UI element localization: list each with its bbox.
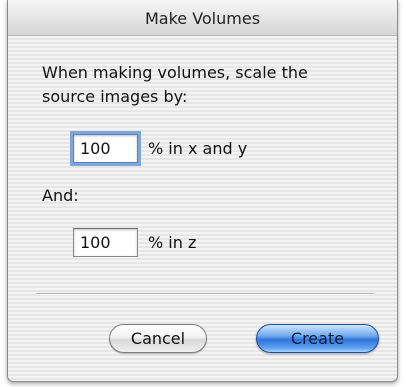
xy-scale-input[interactable] [73,134,138,163]
prompt-line-2: source images by: [42,87,188,106]
make-volumes-dialog: Make Volumes When making volumes, scale … [7,0,398,382]
xy-scale-label: % in x and y [148,139,248,158]
title-bar[interactable]: Make Volumes [8,0,397,36]
dialog-title: Make Volumes [144,9,261,28]
and-label: And: [42,186,79,205]
z-scale-input[interactable] [73,228,138,257]
cancel-button[interactable]: Cancel [109,324,207,353]
z-scale-label: % in z [148,233,197,252]
prompt-line-1: When making volumes, scale the [42,63,308,82]
create-button[interactable]: Create [256,324,379,353]
divider [36,293,374,295]
